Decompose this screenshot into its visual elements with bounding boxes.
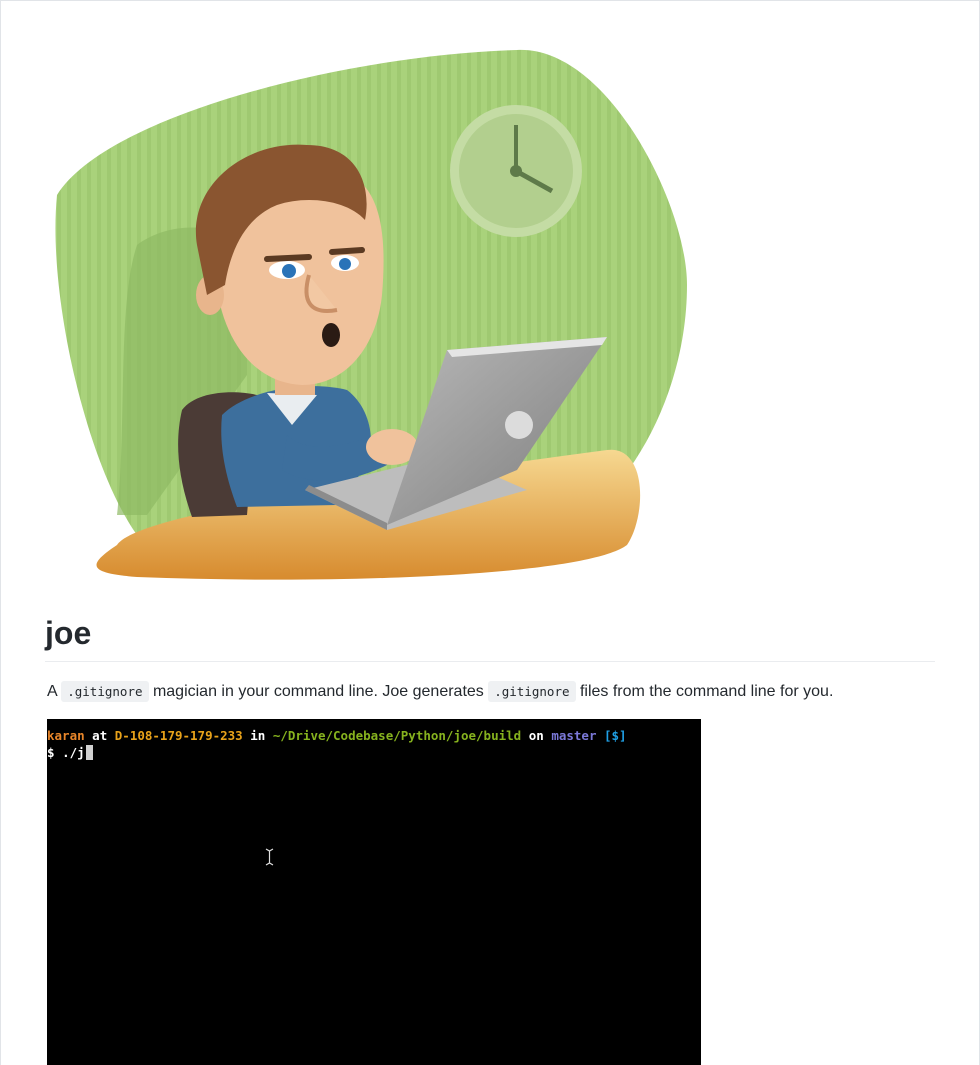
terminal-status: [$] xyxy=(604,728,627,743)
hero-illustration xyxy=(55,49,687,580)
terminal-branch: master xyxy=(551,728,597,743)
readme-title: joe xyxy=(45,615,92,651)
readme-description: A .gitignore magician in your command li… xyxy=(47,680,833,704)
terminal-command-line: $ ./j xyxy=(47,744,93,761)
clock-icon xyxy=(450,105,582,237)
text-cursor-icon xyxy=(265,848,274,866)
readme-container: joe A .gitignore magician in your comman… xyxy=(0,0,980,1065)
terminal-prompt-line: karan at D-108-179-179-233 in ~/Drive/Co… xyxy=(47,727,627,744)
gitignore-code-2: .gitignore xyxy=(488,681,576,702)
terminal-on: on xyxy=(528,728,544,743)
terminal-in: in xyxy=(250,728,266,743)
terminal-host: D-108-179-179-233 xyxy=(114,728,243,743)
terminal-cursor xyxy=(85,745,93,760)
terminal-command: ./j xyxy=(62,745,85,760)
gitignore-code-1: .gitignore xyxy=(61,681,149,702)
desc-text-1: A xyxy=(47,683,62,700)
terminal-user: karan xyxy=(47,728,85,743)
desc-text-3: files from the command line for you. xyxy=(575,683,834,700)
title-divider xyxy=(45,661,935,662)
terminal-path: ~/Drive/Codebase/Python/joe/build xyxy=(272,728,522,743)
terminal-prompt-symbol: $ xyxy=(47,745,55,760)
terminal-at: at xyxy=(92,728,108,743)
desc-text-2: magician in your command line. Joe gener… xyxy=(148,683,489,700)
terminal-demo: karan at D-108-179-179-233 in ~/Drive/Co… xyxy=(47,719,701,1065)
